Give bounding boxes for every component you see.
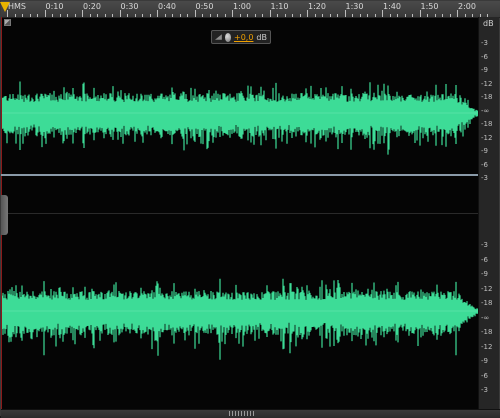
db-ruler-label: -6 <box>481 52 488 61</box>
db-ruler-label: -9 <box>481 270 488 278</box>
time-ruler-label: 0:40 <box>158 2 176 11</box>
time-ruler-major-tick <box>194 10 196 17</box>
right-channel-waveform <box>1 278 481 360</box>
channel-divider <box>1 174 481 176</box>
time-ruler-major-tick <box>419 10 421 17</box>
db-ruler-label: -9 <box>481 357 488 365</box>
time-ruler-major-tick <box>119 10 121 17</box>
db-ruler-label: -3 <box>481 386 488 394</box>
volume-knob-icon[interactable] <box>224 32 231 42</box>
time-ruler-label: 2:00 <box>458 2 476 11</box>
waveform-editor[interactable]: HMS 0:10 0:20 0:30 0:40 0:50 1:00 1:10 1:20 1:30 1… <box>0 0 500 418</box>
db-ruler-label: -3 <box>481 174 488 182</box>
waveform-path <box>1 278 479 360</box>
time-ruler-label: 1:40 <box>383 2 401 11</box>
time-ruler-major-tick <box>457 10 458 17</box>
db-ruler-label: -18 <box>481 120 493 128</box>
db-ruler-label: -3 <box>481 241 488 249</box>
db-ruler-label: -9 <box>481 147 488 155</box>
db-ruler-label: -6 <box>481 160 488 169</box>
db-ruler-label: -12 <box>481 133 493 142</box>
resize-handle-icon[interactable] <box>1 195 8 235</box>
time-ruler-major-tick <box>82 10 83 17</box>
time-ruler-major-tick <box>382 10 383 17</box>
volume-ramp-icon <box>215 34 222 40</box>
time-ruler-major-tick <box>157 10 158 17</box>
amplitude-hud[interactable]: +0,0 dB <box>211 30 271 44</box>
time-ruler-label: 0:20 <box>83 2 101 11</box>
db-ruler-label: -6 <box>481 255 488 264</box>
scroll-grip-icon[interactable] <box>229 411 255 416</box>
db-ruler-label: -18 <box>481 299 493 307</box>
db-ruler: dB -3 -6 -9 -12 -18 -∞ -18 -12 -9 -6 -3 -3 -6 -9 -12 -1… <box>478 17 499 409</box>
time-ruler-major-tick <box>7 10 8 17</box>
db-ruler-label: -∞ <box>481 106 490 115</box>
db-ruler-label: -3 <box>481 39 488 47</box>
db-ruler-label: -∞ <box>481 313 490 322</box>
db-ruler-label: -12 <box>481 342 493 351</box>
db-ruler-label: -12 <box>481 284 493 293</box>
db-ruler-label: -18 <box>481 93 493 101</box>
time-ruler[interactable]: HMS 0:10 0:20 0:30 0:40 0:50 1:00 1:10 1:20 1:30 1… <box>0 1 500 18</box>
time-ruler-label: 1:00 <box>233 2 251 11</box>
db-ruler-label: -9 <box>481 66 488 74</box>
time-ruler-label: 0:30 <box>120 2 139 11</box>
time-ruler-major-tick <box>307 10 308 17</box>
db-ruler-label: -18 <box>481 328 493 336</box>
time-ruler-label: 1:10 <box>270 2 289 11</box>
db-ruler-label: -12 <box>481 79 493 88</box>
time-ruler-label: 0:50 <box>195 2 214 11</box>
time-ruler-label: 0:10 <box>45 2 64 11</box>
track-corner-icon[interactable] <box>4 19 11 26</box>
time-ruler-label: 1:30 <box>345 2 364 11</box>
time-format-label: HMS <box>8 2 26 11</box>
time-ruler-major-tick <box>344 10 346 17</box>
left-channel-waveform <box>1 81 481 155</box>
time-ruler-label: 1:20 <box>308 2 326 11</box>
time-ruler-major-tick <box>232 10 233 17</box>
time-ruler-label: 1:50 <box>420 2 439 11</box>
time-ruler-major-tick <box>269 10 271 17</box>
time-ruler-major-tick <box>44 10 46 17</box>
amplitude-value[interactable]: +0,0 <box>234 33 253 42</box>
amplitude-unit: dB <box>256 32 267 42</box>
horizontal-scrollbar[interactable] <box>1 409 500 418</box>
channel-separator-line <box>1 213 481 214</box>
db-unit-label: dB <box>483 19 494 28</box>
waveform-path <box>1 81 479 155</box>
db-ruler-label: -6 <box>481 371 488 380</box>
